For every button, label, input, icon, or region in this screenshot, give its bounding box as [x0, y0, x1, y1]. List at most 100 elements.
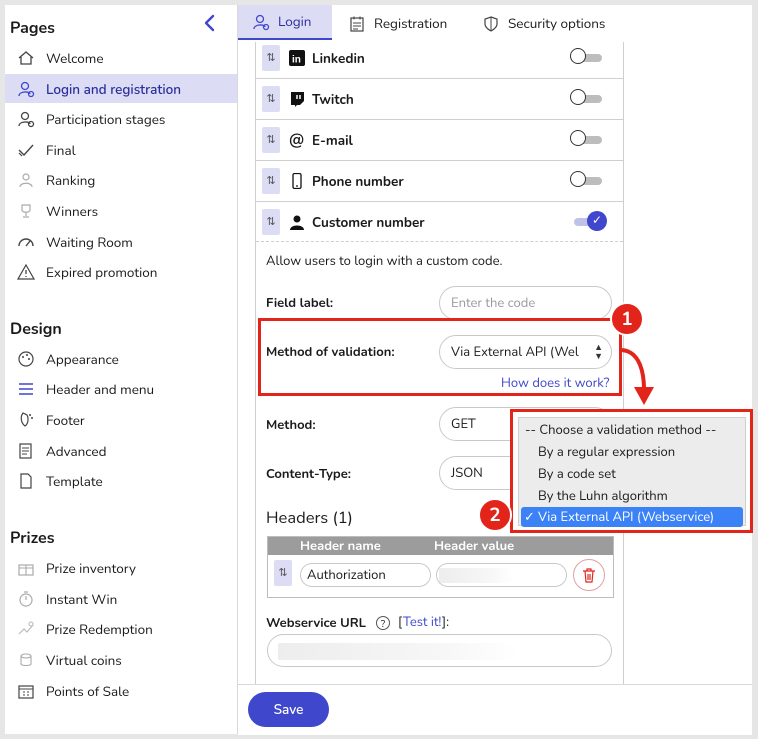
drag-handle-icon[interactable]: ⇅	[262, 86, 280, 112]
select-value: GET	[451, 415, 476, 433]
sidebar-item-template[interactable]: Template	[5, 466, 237, 495]
validation-dropdown-highlight: -- Choose a validation method -- By a re…	[510, 409, 753, 533]
login-method-toggle[interactable]	[570, 48, 604, 65]
section-title-design: Design	[10, 318, 62, 340]
sidebar-item-waiting-room[interactable]: Waiting Room	[5, 227, 237, 256]
drag-handle-icon[interactable]: ⇅	[262, 127, 280, 153]
trash-icon	[583, 568, 595, 583]
login-method-label: Twitch	[312, 90, 354, 109]
field-label-label: Field label:	[266, 294, 334, 312]
sidebar-item-prize-inventory[interactable]: Prize inventory	[5, 553, 237, 582]
login-method-toggle[interactable]	[570, 89, 604, 106]
sidebar-item-label: Waiting Room	[46, 233, 133, 252]
sidebar-item-login-registration[interactable]: Login and registration	[5, 74, 237, 103]
menu-icon	[17, 380, 35, 398]
sidebar-item-label: Prize inventory	[46, 559, 136, 578]
tab-label: Login	[278, 12, 312, 31]
sidebar-item-label: Expired promotion	[46, 263, 158, 282]
sidebar-item-label: Template	[46, 472, 103, 491]
section-title-pages: Pages	[10, 17, 55, 39]
sidebar-item-appearance[interactable]: Appearance	[5, 344, 237, 373]
tab-security-options[interactable]: Security options	[482, 5, 605, 42]
trophy-icon	[17, 202, 35, 220]
tab-label: Security options	[508, 14, 606, 33]
select-value: JSON	[451, 464, 483, 482]
user-login-icon	[252, 13, 270, 31]
login-method-label: Customer number	[312, 213, 425, 232]
drag-handle-icon[interactable]: ⇅	[262, 45, 280, 71]
save-button[interactable]: Save	[248, 692, 329, 727]
sidebar-item-footer[interactable]: Footer	[5, 405, 237, 434]
footer-icon	[17, 411, 35, 429]
divider	[256, 241, 623, 242]
headers-title: Headers (1)	[266, 506, 353, 529]
sidebar-item-label: Header and menu	[46, 380, 155, 399]
test-it-link[interactable]: Test it!	[403, 613, 441, 631]
highlight-method-validation	[258, 318, 622, 396]
annotation-arrow	[619, 348, 654, 405]
sidebar-item-advanced[interactable]: Advanced	[5, 436, 237, 465]
collapse-sidebar-icon[interactable]	[201, 13, 219, 33]
at-icon: @	[289, 129, 305, 151]
login-method-toggle[interactable]	[570, 130, 604, 147]
method-label: Method:	[266, 416, 316, 434]
checkmark-icon: ✓	[524, 508, 535, 526]
form-icon	[348, 15, 366, 33]
user-login-icon	[17, 80, 35, 98]
sidebar-item-ranking[interactable]: Ranking	[5, 165, 237, 194]
dropdown-option[interactable]: By a code set	[519, 464, 758, 484]
redemption-icon	[17, 620, 35, 638]
sidebar-item-winners[interactable]: Winners	[5, 196, 237, 225]
drag-handle-icon[interactable]: ⇅	[262, 168, 280, 194]
user-stages-icon	[17, 110, 35, 128]
section-title-prizes: Prizes	[10, 527, 55, 549]
tab-login[interactable]: Login	[238, 5, 332, 40]
login-method-row: ⇅ Phone number	[256, 161, 623, 202]
gauge-icon	[17, 233, 35, 251]
store-icon	[17, 682, 35, 700]
login-method-row: ⇅ Customer number ✓	[256, 202, 623, 242]
login-method-row: ⇅ in Linkedin	[256, 38, 623, 79]
header-name-input[interactable]: Authorization	[300, 563, 431, 587]
person-icon	[289, 214, 305, 230]
sidebar-item-points-of-sale[interactable]: Points of Sale	[5, 676, 237, 705]
header-value-input[interactable]	[436, 563, 567, 587]
sidebar-item-final[interactable]: Final	[5, 135, 237, 164]
sidebar-item-expired-promotion[interactable]: Expired promotion	[5, 257, 237, 286]
dropdown-option[interactable]: -- Choose a validation method --	[519, 420, 751, 440]
warning-icon	[17, 263, 35, 281]
sidebar-item-instant-win[interactable]: Instant Win	[5, 584, 237, 613]
instant-win-icon	[17, 590, 35, 608]
drag-handle-icon[interactable]: ⇅	[274, 560, 292, 586]
dropdown-option-selected[interactable]: ✓ Via External API (Webservice)	[521, 507, 743, 527]
webservice-url-input[interactable]	[267, 634, 612, 667]
sidebar-item-label: Virtual coins	[46, 651, 122, 670]
sidebar-item-label: Login and registration	[46, 80, 182, 99]
sidebar-item-header-menu[interactable]: Header and menu	[5, 374, 237, 403]
login-method-label: Linkedin	[312, 49, 365, 68]
shield-icon	[482, 15, 500, 33]
check-icon	[17, 141, 35, 159]
header-value-column: Header value	[434, 537, 515, 555]
sidebar-item-label: Advanced	[46, 442, 107, 461]
template-icon	[17, 472, 35, 490]
step-badge-1: 1	[610, 302, 644, 336]
tab-registration[interactable]: Registration	[348, 5, 447, 42]
drag-handle-icon[interactable]: ⇅	[262, 209, 280, 235]
sidebar-item-prize-redemption[interactable]: Prize Redemption	[5, 614, 237, 643]
delete-header-button[interactable]	[573, 559, 605, 591]
login-method-toggle[interactable]	[570, 171, 604, 188]
help-icon[interactable]: ?	[376, 616, 390, 631]
ranking-icon	[17, 171, 35, 189]
step-badge-2: 2	[478, 498, 512, 532]
linkedin-icon: in	[289, 50, 305, 66]
sidebar-item-participation-stages[interactable]: Participation stages	[5, 104, 237, 133]
sidebar-item-virtual-coins[interactable]: Virtual coins	[5, 645, 237, 674]
dropdown-option[interactable]: By a regular expression	[519, 442, 758, 462]
field-label-input[interactable]: Enter the code	[439, 286, 612, 320]
test-bracket-close: ]:	[442, 613, 450, 631]
login-method-toggle[interactable]: ✓	[570, 211, 607, 231]
sidebar-item-welcome[interactable]: Welcome	[5, 43, 237, 72]
dropdown-option[interactable]: By the Luhn algorithm	[519, 486, 758, 506]
sidebar-item-label: Final	[46, 141, 76, 160]
